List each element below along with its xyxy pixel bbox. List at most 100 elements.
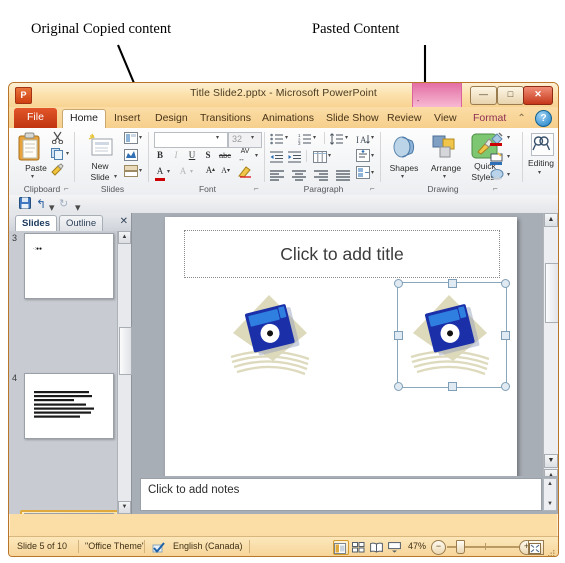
shape-fill-icon[interactable] xyxy=(490,132,504,150)
convert-to-smartart-icon[interactable] xyxy=(356,166,370,184)
decrease-indent-icon[interactable] xyxy=(270,150,284,168)
smartart-dropdown-icon[interactable]: ▾ xyxy=(371,169,374,176)
shape-effects-dropdown-icon[interactable]: ▾ xyxy=(507,171,510,178)
editing-dropdown-icon[interactable]: ▾ xyxy=(538,169,541,176)
thumbnail-scroll-up-button[interactable]: ▲ xyxy=(118,231,131,244)
find-icon[interactable] xyxy=(531,133,554,156)
layout-icon[interactable] xyxy=(124,131,138,149)
new-slide-dropdown-icon[interactable]: ▾ xyxy=(114,173,117,180)
shape-fill-dropdown-icon[interactable]: ▾ xyxy=(507,134,510,141)
tab-home[interactable]: Home xyxy=(62,109,107,129)
shapes-label[interactable]: Shapes xyxy=(382,163,426,173)
shape-outline-dropdown-icon[interactable]: ▾ xyxy=(507,153,510,160)
align-text-dropdown-icon[interactable]: ▾ xyxy=(371,152,374,159)
resize-handle-top-right[interactable] xyxy=(501,279,510,288)
text-direction-dropdown-icon[interactable]: ▾ xyxy=(371,134,374,141)
section-icon[interactable] xyxy=(124,164,138,182)
font-dialog-launcher[interactable]: ⌐ xyxy=(254,184,263,193)
editing-label[interactable]: Editing xyxy=(524,158,558,168)
slide-thumbnail-list[interactable]: 3 ·∶●● 4 xyxy=(9,231,118,514)
thumbnail-scrollbar[interactable]: ▲ ▼ xyxy=(117,231,132,514)
align-text-icon[interactable] xyxy=(356,149,370,167)
shape-effects-icon[interactable] xyxy=(490,168,504,186)
layout-dropdown-icon[interactable]: ▾ xyxy=(139,134,142,141)
columns-icon[interactable] xyxy=(313,150,327,168)
font-color-dropdown-icon[interactable]: ▾ xyxy=(167,168,170,175)
slide-vertical-scrollbar[interactable]: ▲ ▼ ▲ ▼ xyxy=(543,213,558,514)
text-direction-icon[interactable]: IA xyxy=(356,132,370,150)
shape-outline-icon[interactable] xyxy=(490,151,504,169)
character-spacing-button[interactable]: AV xyxy=(237,148,253,155)
thumbnail-slide-4[interactable]: 4 xyxy=(9,371,118,441)
minimize-button[interactable]: — xyxy=(470,86,497,105)
resize-handle-top-center[interactable] xyxy=(448,279,457,288)
thumbnail-slide-5[interactable]: 5 xyxy=(9,510,118,514)
redo-icon[interactable]: ↻ xyxy=(59,197,68,210)
selection-frame[interactable] xyxy=(394,279,510,391)
tab-insert[interactable]: Insert xyxy=(107,109,147,128)
font-size-input[interactable]: 32 xyxy=(228,132,262,148)
minimize-ribbon-icon[interactable]: ⌃ xyxy=(516,113,528,125)
spellcheck-icon[interactable] xyxy=(152,541,165,556)
title-placeholder[interactable]: Click to add title xyxy=(184,230,500,278)
resize-handle-bottom-center[interactable] xyxy=(448,382,457,391)
underline-button[interactable]: U xyxy=(186,150,198,160)
notes-input[interactable]: Click to add notes xyxy=(140,478,542,511)
format-painter-icon[interactable] xyxy=(51,163,65,181)
scroll-down-button[interactable]: ▼ xyxy=(544,454,558,468)
slide-sorter-button[interactable] xyxy=(352,540,366,553)
shapes-dropdown-icon[interactable]: ▾ xyxy=(401,173,404,180)
font-size-dropdown-icon[interactable]: ▾ xyxy=(251,134,254,141)
font-name-dropdown-icon[interactable]: ▾ xyxy=(216,134,219,141)
close-pane-icon[interactable]: ✕ xyxy=(120,216,128,227)
zoom-out-button[interactable]: − xyxy=(431,540,446,555)
strikethrough-button[interactable]: abc xyxy=(216,151,234,160)
shapes-icon[interactable] xyxy=(390,134,418,165)
bullets-icon[interactable] xyxy=(270,132,284,150)
resize-handle-bottom-left[interactable] xyxy=(394,382,403,391)
change-case-dropdown-icon[interactable]: ▾ xyxy=(190,168,193,175)
arrange-icon[interactable] xyxy=(432,134,458,165)
thumbnail-scroll-thumb[interactable] xyxy=(119,327,132,375)
line-spacing-dropdown-icon[interactable]: ▾ xyxy=(345,134,348,141)
fit-slide-to-window-button[interactable] xyxy=(528,540,544,555)
tab-view[interactable]: View xyxy=(427,109,464,128)
font-color-button[interactable]: A xyxy=(154,166,166,176)
tab-animations[interactable]: Animations xyxy=(255,109,321,128)
notes-scrollbar[interactable]: ▲ ▼ xyxy=(543,478,557,511)
resize-handle-top-left[interactable] xyxy=(394,279,403,288)
line-spacing-icon[interactable] xyxy=(329,132,344,150)
text-shadow-button[interactable]: S xyxy=(202,150,214,160)
increase-indent-icon[interactable] xyxy=(288,150,302,168)
slide-show-button[interactable] xyxy=(388,540,402,553)
scroll-up-button[interactable]: ▲ xyxy=(544,213,558,227)
character-spacing-dropdown-icon[interactable]: ▾ xyxy=(255,152,258,159)
resize-handle-middle-left[interactable] xyxy=(394,331,403,340)
bold-button[interactable]: B xyxy=(154,150,166,160)
resize-handle-middle-right[interactable] xyxy=(501,331,510,340)
clipboard-dialog-launcher[interactable]: ⌐ xyxy=(64,184,73,193)
tab-slides[interactable]: Slides xyxy=(15,215,57,232)
tab-file[interactable]: File xyxy=(14,108,57,128)
tab-design[interactable]: Design xyxy=(148,109,195,128)
slide-canvas[interactable]: Click to add title xyxy=(165,217,517,481)
tab-format[interactable]: Format xyxy=(466,109,513,128)
thumbnail-scroll-down-button[interactable]: ▼ xyxy=(118,501,131,514)
reading-view-button[interactable] xyxy=(370,540,384,553)
save-icon[interactable] xyxy=(19,197,31,212)
resize-handle-bottom-right[interactable] xyxy=(501,382,510,391)
paste-icon[interactable] xyxy=(17,132,43,162)
normal-view-button[interactable] xyxy=(333,540,349,555)
thumbnail-slide-3[interactable]: 3 ·∶●● xyxy=(9,231,118,301)
change-case-button[interactable]: A xyxy=(177,166,189,176)
notes-scroll-up-button[interactable]: ▲ xyxy=(544,479,556,490)
copy-dropdown-icon[interactable]: ▾ xyxy=(66,150,69,157)
section-dropdown-icon[interactable]: ▾ xyxy=(139,167,142,174)
numbering-dropdown-icon[interactable]: ▾ xyxy=(313,134,316,141)
help-icon[interactable]: ? xyxy=(535,110,552,128)
tab-review[interactable]: Review xyxy=(380,109,428,128)
zoom-level-label[interactable]: 47% xyxy=(408,541,426,551)
maximize-button[interactable]: □ xyxy=(497,86,524,105)
close-button[interactable]: ✕ xyxy=(523,86,553,105)
tab-outline[interactable]: Outline xyxy=(59,215,104,232)
